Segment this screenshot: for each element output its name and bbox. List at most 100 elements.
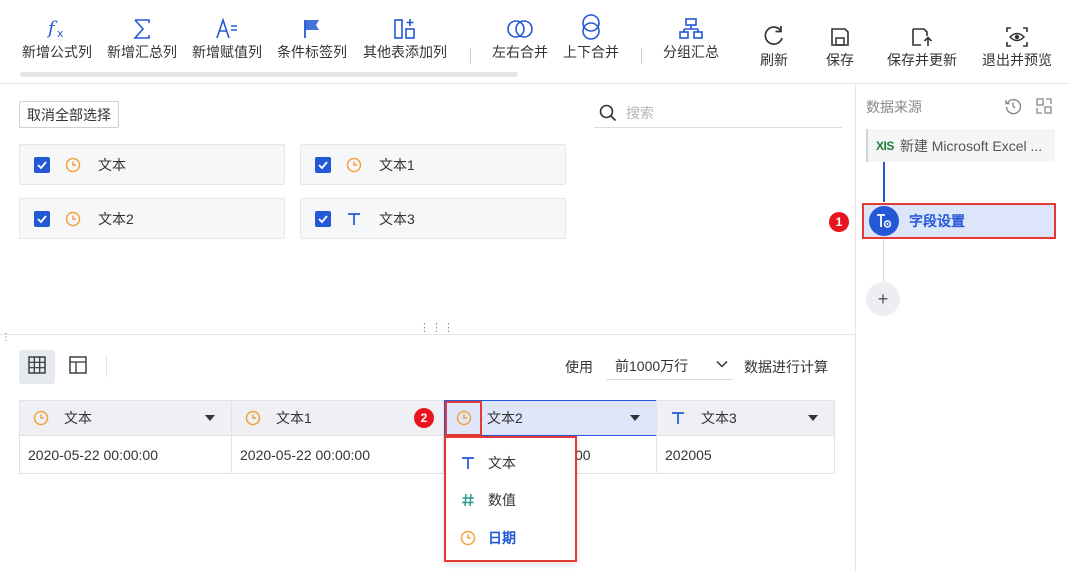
caret-down-icon[interactable] [808, 415, 818, 421]
field-type-dropdown: 文本 数值 日期 [444, 436, 577, 562]
column-header[interactable]: 文本1 [231, 400, 444, 436]
add-step-button[interactable]: + [866, 282, 900, 316]
toolbar-label: 新增公式列 [22, 44, 92, 60]
type-option-number[interactable]: 数值 [446, 481, 575, 519]
splitter-grip-icon[interactable]: ⋮⋮⋮ [419, 323, 455, 334]
option-label: 日期 [488, 530, 516, 546]
assign-icon [215, 0, 239, 44]
save-update-icon [910, 8, 934, 52]
refresh-button[interactable]: 刷新 [754, 8, 794, 86]
text-type-icon[interactable] [669, 410, 687, 426]
type-option-date[interactable]: 日期 [446, 519, 575, 557]
flow-connector [883, 239, 884, 283]
column-header[interactable]: 文本 [19, 400, 232, 436]
search-input[interactable] [626, 105, 826, 121]
add-assign-column-button[interactable]: 新增赋值列 [189, 0, 265, 78]
text-type-icon [345, 211, 363, 227]
table-cell: 2020-05-22 00:00:00 [19, 436, 232, 474]
use-label: 使用 [565, 359, 593, 375]
exit-preview-icon [1005, 8, 1029, 52]
option-label: 文本 [488, 455, 516, 471]
etl-editor: fx 新增公式列 新增汇总列 新增赋值列 条件标签列 其他表添加列 左右合并 上… [0, 0, 1068, 572]
field-setting-node[interactable]: 字段设置 [862, 203, 1056, 239]
group-summary-icon [679, 0, 703, 44]
column-label: 文本2 [487, 410, 523, 426]
layout-switch-icon[interactable] [1034, 96, 1054, 116]
datasource-node[interactable]: XIS 新建 Microsoft Excel ... [866, 129, 1055, 162]
step-badge: 2 [414, 408, 434, 428]
group-summary-button[interactable]: 分组汇总 [660, 0, 722, 78]
checkbox-checked[interactable] [34, 210, 50, 227]
save-and-update-button[interactable]: 保存并更新 [882, 8, 962, 86]
number-type-icon [459, 492, 477, 508]
refresh-icon [762, 8, 786, 52]
toolbar-label: 新增汇总列 [107, 44, 177, 60]
toolbar-separator [641, 48, 642, 64]
field-label: 文本1 [379, 156, 415, 173]
datasource-title: 数据来源 [866, 99, 922, 115]
clock-icon [64, 211, 82, 227]
column-label: 文本3 [701, 410, 737, 426]
add-summary-column-button[interactable]: 新增汇总列 [104, 0, 180, 78]
toolbar-label: 保存 [826, 52, 854, 68]
save-button[interactable]: 保存 [820, 8, 860, 86]
svg-text:x: x [57, 27, 64, 40]
add-formula-column-button[interactable]: fx 新增公式列 [19, 0, 95, 78]
search-icon [596, 104, 620, 122]
vertical-merge-button[interactable]: 上下合并 [560, 0, 622, 78]
main-area: 取消全部选择 文本 文本1 文本2 文本3 ⋮⋮⋮ [0, 85, 855, 572]
grid-view-button[interactable] [19, 350, 55, 384]
field-card[interactable]: 文本1 [300, 144, 566, 185]
field-card[interactable]: 文本2 [19, 198, 285, 239]
toolbar-separator [470, 48, 471, 64]
column-header[interactable]: 文本3 [656, 400, 835, 436]
checkbox-checked[interactable] [315, 210, 331, 227]
condition-tag-column-button[interactable]: 条件标签列 [274, 0, 350, 78]
layout-icon [69, 355, 87, 379]
field-label: 文本3 [379, 210, 415, 227]
field-card[interactable]: 文本3 [300, 198, 566, 239]
formula-icon: fx [45, 0, 69, 44]
history-icon[interactable] [1003, 96, 1023, 116]
checkbox-checked[interactable] [34, 156, 50, 173]
toolbar: fx 新增公式列 新增汇总列 新增赋值列 条件标签列 其他表添加列 左右合并 上… [0, 0, 1068, 84]
exit-and-preview-button[interactable]: 退出并预览 [976, 8, 1058, 86]
layout-view-button[interactable] [60, 350, 96, 384]
panel-splitter[interactable] [0, 334, 855, 335]
toolbar-label: 其他表添加列 [363, 44, 447, 60]
toolbar-label: 保存并更新 [887, 52, 957, 68]
clock-icon[interactable] [244, 410, 262, 426]
checkbox-checked[interactable] [315, 156, 331, 173]
toolbar-label: 上下合并 [563, 44, 619, 60]
vertical-merge-icon [579, 0, 603, 44]
caret-down-icon[interactable] [205, 415, 215, 421]
rows-limit-select[interactable]: 前1000万行 [606, 352, 733, 380]
add-column-icon [393, 0, 417, 44]
caret-down-icon[interactable] [630, 415, 640, 421]
left-grip-icon[interactable]: ⋮ [1, 333, 11, 343]
sigma-icon [131, 0, 153, 44]
deselect-all-button[interactable]: 取消全部选择 [19, 101, 119, 128]
flow-connector [883, 162, 885, 202]
field-card[interactable]: 文本 [19, 144, 285, 185]
chevron-down-icon [715, 357, 729, 374]
datasource-label: 新建 Microsoft Excel ... [899, 137, 1043, 154]
clock-icon[interactable] [32, 410, 50, 426]
type-option-text[interactable]: 文本 [446, 444, 575, 482]
toolbar-label: 左右合并 [492, 44, 548, 60]
field-label: 文本2 [98, 210, 134, 227]
search-box[interactable] [594, 99, 842, 128]
clock-icon [459, 530, 477, 546]
table-cell: 2020-05-22 00:00:00 [231, 436, 444, 474]
toolbar-label: 刷新 [760, 52, 788, 68]
horizontal-merge-button[interactable]: 左右合并 [489, 0, 551, 78]
add-column-from-other-table-button[interactable]: 其他表添加列 [359, 0, 451, 78]
toolbar-label: 分组汇总 [663, 44, 719, 60]
toolbar-scrollbar[interactable] [20, 72, 518, 77]
step-badge: 1 [829, 212, 849, 232]
toolbar-label: 退出并预览 [982, 52, 1052, 68]
column-label: 文本 [64, 410, 92, 426]
field-setting-icon [869, 206, 899, 236]
text-type-icon [459, 455, 477, 471]
view-separator [106, 355, 107, 377]
